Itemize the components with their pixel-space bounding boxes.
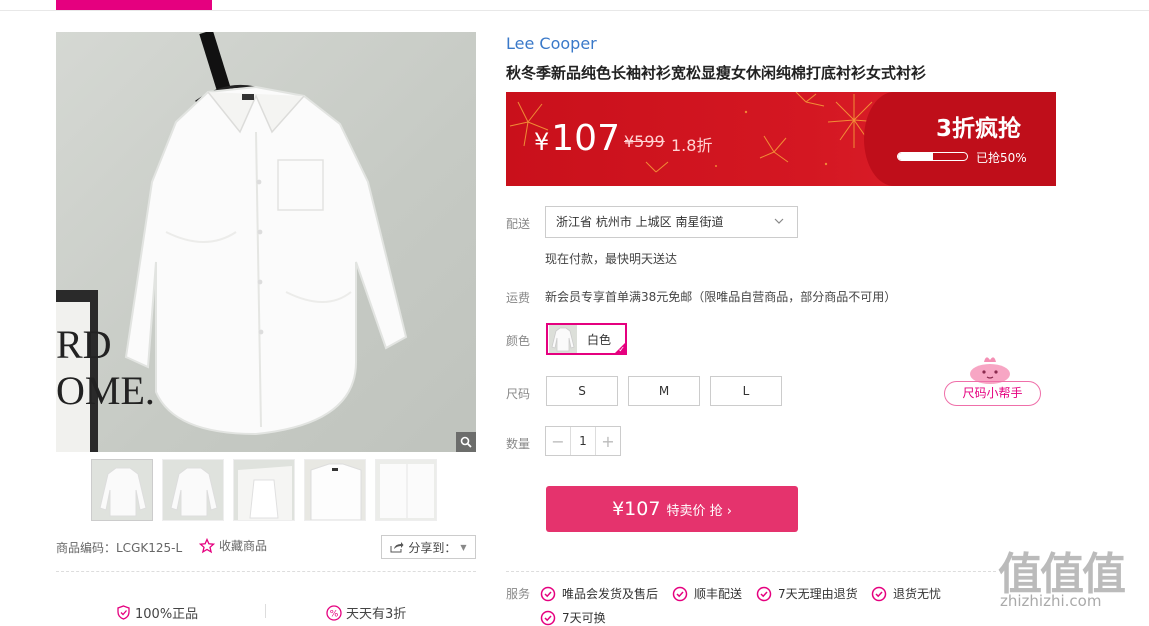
- watermark-url: zhizhizhi.com: [1000, 592, 1102, 610]
- flash-sale-panel: 3折疯抢 已抢50%: [864, 92, 1056, 186]
- thumbnail-1[interactable]: [91, 459, 153, 521]
- service-item: 顺丰配送: [672, 585, 742, 602]
- product-title: 秋冬季新品纯色长袖衬衫宽松显瘦女休闲纯棉打底衬衫女式衬衫: [506, 64, 927, 82]
- quantity-input[interactable]: 1: [570, 427, 596, 455]
- check-circle-icon: [871, 586, 887, 601]
- flash-sale-banner: ¥ 107 ¥599 1.8折 3折疯抢 已抢50%: [506, 92, 1056, 186]
- top-nav-bar: [0, 0, 1149, 11]
- shipping-label: 运费: [506, 291, 531, 305]
- thumbnail-3[interactable]: [233, 459, 295, 521]
- size-helper-button[interactable]: 尺码小帮手: [944, 381, 1041, 406]
- quantity-label: 数量: [506, 437, 531, 451]
- check-circle-icon: [540, 586, 556, 601]
- thumbnail-strip: [91, 459, 437, 521]
- buy-label: 特卖价 抢 ›: [666, 503, 732, 519]
- chevron-down-icon: [774, 218, 784, 224]
- guarantee-authentic: 100%正品: [116, 603, 198, 622]
- discount-rate: 1.8折: [671, 136, 713, 155]
- share-button[interactable]: 分享到： ▼: [381, 535, 476, 559]
- color-swatch: [549, 325, 577, 353]
- thumbnail-5[interactable]: [375, 459, 437, 521]
- service-label: 服务: [506, 587, 531, 601]
- sold-progress-bar: [897, 152, 968, 161]
- share-chevron-icon: ▼: [460, 542, 467, 552]
- decrease-button[interactable]: −: [546, 427, 570, 455]
- thumbnail-4[interactable]: [304, 459, 366, 521]
- guarantee-discount: % 天天有3折: [326, 603, 406, 622]
- size-label: 尺码: [506, 387, 531, 401]
- quantity-stepper: − 1 +: [545, 426, 621, 456]
- active-nav-tab[interactable]: [56, 0, 212, 10]
- size-option-s[interactable]: S: [546, 376, 618, 406]
- increase-button[interactable]: +: [596, 427, 620, 455]
- divider: [56, 571, 476, 572]
- buy-button[interactable]: ¥107 特卖价 抢 ›: [546, 486, 798, 532]
- delivery-eta: 现在付款，最快明天送达: [545, 252, 678, 266]
- buy-price: ¥107: [612, 498, 661, 520]
- zoom-icon[interactable]: [456, 432, 476, 452]
- mascot-icon: [970, 357, 1010, 384]
- share-label: 分享到：: [408, 540, 457, 555]
- service-item: 7天无理由退货: [756, 585, 858, 602]
- product-meta-row: 商品编码：LCGK125-L 收藏商品 分享到： ▼: [56, 535, 476, 559]
- size-option-l[interactable]: L: [710, 376, 782, 406]
- size-option-m[interactable]: M: [628, 376, 700, 406]
- star-icon: [199, 537, 215, 553]
- main-product-image[interactable]: RD OME.: [56, 32, 476, 452]
- check-circle-icon: [756, 586, 772, 601]
- divider: [506, 571, 996, 572]
- brand-link[interactable]: Lee Cooper: [506, 34, 597, 53]
- address-value: 浙江省 杭州市 上城区 南星街道: [556, 215, 724, 229]
- share-icon: [390, 542, 404, 553]
- favorite-label: 收藏商品: [219, 539, 268, 553]
- delivery-label: 配送: [506, 217, 531, 231]
- favorite-button[interactable]: 收藏商品: [199, 537, 267, 554]
- thumbnail-2[interactable]: [162, 459, 224, 521]
- color-option-white[interactable]: 白色 ✓: [546, 323, 627, 355]
- product-code: 商品编码：LCGK125-L: [56, 541, 183, 555]
- flash-sale-label: 3折疯抢: [936, 116, 1022, 142]
- original-price: ¥599: [624, 132, 665, 151]
- sold-percent: 已抢50%: [976, 151, 1027, 165]
- check-circle-icon: [672, 586, 688, 601]
- shipping-info: 新会员专享首单满38元免邮（限唯品自营商品，部分商品不可用）: [545, 290, 897, 304]
- address-select[interactable]: 浙江省 杭州市 上城区 南星街道: [545, 206, 798, 238]
- service-item: 唯品会发货及售后: [540, 585, 658, 602]
- service-item: 退货无忧: [871, 585, 941, 602]
- selected-check-icon: ✓: [618, 345, 625, 354]
- percent-icon: %: [326, 604, 342, 621]
- shirt-illustration: [124, 32, 408, 436]
- sale-price: ¥ 107: [534, 118, 620, 159]
- color-label: 颜色: [506, 334, 531, 348]
